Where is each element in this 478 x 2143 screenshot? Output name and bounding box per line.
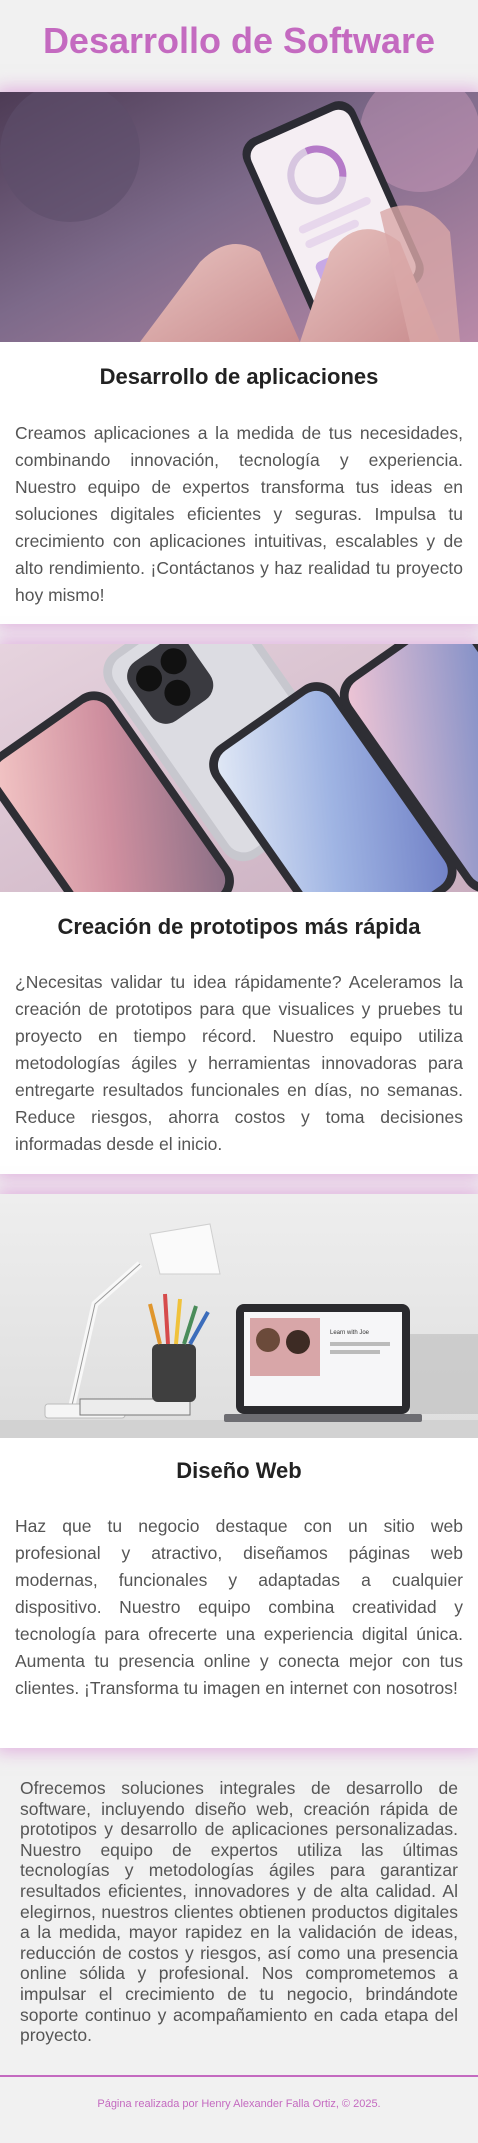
smartphones-photo xyxy=(0,644,478,892)
footer-divider xyxy=(0,2074,478,2077)
footer-text: Página realizada por Henry Alexander Fal… xyxy=(97,2097,381,2110)
service-card-app-development: Desarrollo de aplicaciones Creamos aplic… xyxy=(0,92,478,624)
service-card-web-design: Learn with Joe Diseño Web Haz que tu neg… xyxy=(0,1194,478,1748)
card-description: ¿Necesitas validar tu idea rápidamente? … xyxy=(15,972,463,1154)
service-card-prototyping: Creación de prototipos más rápida ¿Neces… xyxy=(0,644,478,1174)
desk-laptop-photo: Learn with Joe xyxy=(0,1194,478,1438)
phone-app-photo xyxy=(0,92,478,342)
laptop-screen-text: Learn with Joe xyxy=(330,1330,370,1336)
card-description: Haz que tu negocio destaque con un sitio… xyxy=(15,1516,463,1698)
page-title: Desarrollo de Software xyxy=(42,20,436,61)
card-heading: Diseño Web xyxy=(176,1458,302,1483)
card-heading: Creación de prototipos más rápida xyxy=(57,914,421,939)
card-description: Creamos aplicaciones a la medida de tus … xyxy=(15,423,463,605)
card-heading: Desarrollo de aplicaciones xyxy=(99,364,379,389)
summary-text: Ofrecemos soluciones integrales de desar… xyxy=(20,1778,458,2046)
